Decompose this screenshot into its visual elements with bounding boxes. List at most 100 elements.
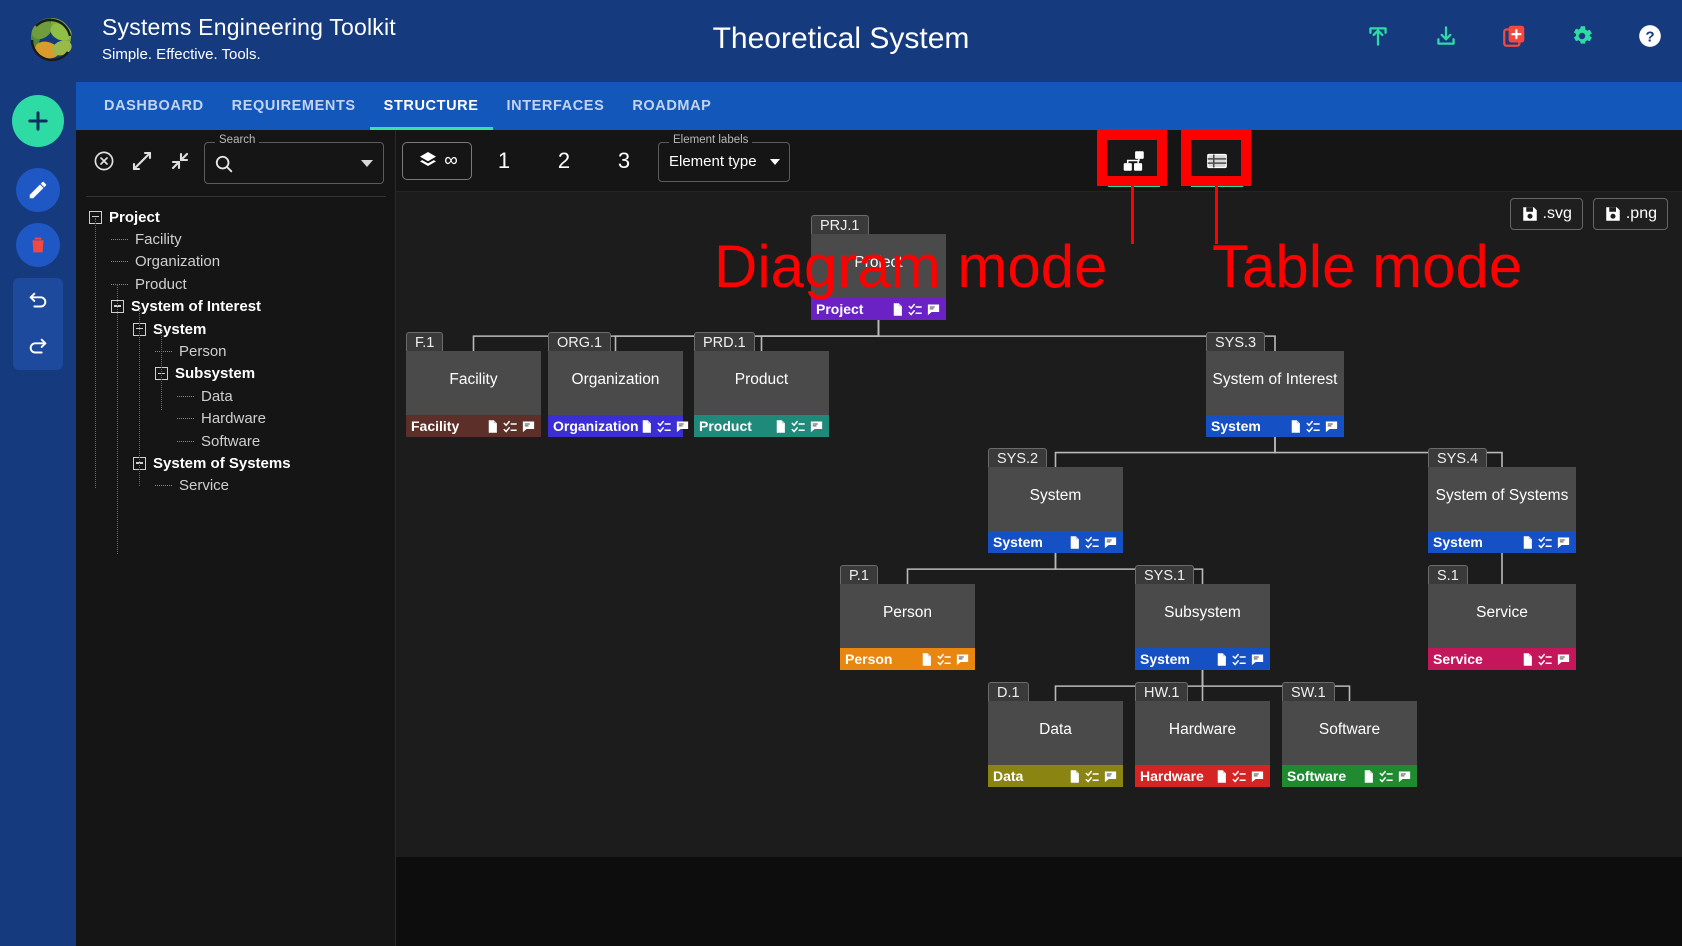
tree-item-product[interactable]: Product xyxy=(76,273,396,295)
tree-item-person[interactable]: Person xyxy=(76,340,396,362)
node-name: Data xyxy=(1039,721,1072,738)
element-labels-value: Element type xyxy=(669,153,757,170)
node-type-label: System xyxy=(1433,534,1483,550)
chevron-down-icon[interactable] xyxy=(770,159,780,165)
export-svg-button[interactable]: .svg xyxy=(1509,198,1583,230)
add-button[interactable] xyxy=(12,95,64,147)
tree-item-label: Facility xyxy=(135,231,182,249)
node-body[interactable]: Organization Organization xyxy=(548,351,688,437)
export-png-button[interactable]: .png xyxy=(1592,198,1668,230)
upload-icon[interactable] xyxy=(1364,22,1392,50)
tree-item-organization[interactable]: Organization xyxy=(76,251,396,273)
node-footer-icons[interactable] xyxy=(639,419,690,434)
tab-dashboard[interactable]: DASHBOARD xyxy=(90,82,218,130)
export-png-label: .png xyxy=(1625,205,1657,222)
node-type-footer: System xyxy=(1428,531,1576,553)
duplicate-add-icon[interactable] xyxy=(1500,22,1528,50)
edit-button[interactable] xyxy=(16,168,60,212)
tree-item-label: Software xyxy=(201,432,261,450)
collapse-all-icon[interactable] xyxy=(165,146,195,176)
clear-selection-icon[interactable] xyxy=(89,146,119,176)
node-footer-icons[interactable] xyxy=(1214,769,1265,784)
undo-button[interactable] xyxy=(13,278,63,324)
diagram-node-f-1[interactable]: F.1 Facility Facility xyxy=(406,332,541,437)
diagram-node-sw-1[interactable]: SW.1 Software Software xyxy=(1282,682,1417,787)
tree-connector-icon xyxy=(111,239,128,241)
delete-button[interactable] xyxy=(16,223,60,267)
diagram-node-sys-1[interactable]: SYS.1 Subsystem System xyxy=(1135,565,1270,670)
diagram-node-sys-4[interactable]: SYS.4 System of Systems System xyxy=(1428,448,1576,553)
tree-item-label: Service xyxy=(179,477,230,495)
gear-icon[interactable] xyxy=(1568,22,1596,50)
tab-structure[interactable]: STRUCTURE xyxy=(369,82,493,130)
tree-item-hardware[interactable]: Hardware xyxy=(76,408,396,430)
node-body[interactable]: System of Interest System xyxy=(1206,351,1344,437)
diagram-node-d-1[interactable]: D.1 Data Data xyxy=(988,682,1123,787)
node-body[interactable]: Facility Facility xyxy=(406,351,541,437)
search-icon xyxy=(213,153,235,175)
node-type-label: Data xyxy=(993,768,1024,784)
node-footer-icons[interactable] xyxy=(890,302,941,317)
diagram-node-hw-1[interactable]: HW.1 Hardware Hardware xyxy=(1135,682,1270,787)
diagram-node-p-1[interactable]: P.1 Person Person xyxy=(840,565,975,670)
layers-button[interactable]: ∞ xyxy=(402,142,472,180)
level-3-button[interactable]: 3 xyxy=(604,142,644,180)
node-footer-icons[interactable] xyxy=(1520,652,1571,667)
tree-item-label: Person xyxy=(179,343,227,361)
diagram-node-org-1[interactable]: ORG.1 Organization Organization xyxy=(548,332,688,437)
node-body[interactable]: Service Service xyxy=(1428,584,1576,670)
main-tabbar: DASHBOARD REQUIREMENTS STRUCTURE INTERFACES… xyxy=(76,82,1682,130)
element-labels-select[interactable]: Element labels Element type xyxy=(658,134,790,182)
node-body[interactable]: Product Product xyxy=(694,351,829,437)
diagram-node-s-1[interactable]: S.1 Service Service xyxy=(1428,565,1576,670)
redo-button[interactable] xyxy=(13,324,63,370)
node-body[interactable]: Person Person xyxy=(840,584,975,670)
tree-item-project[interactable]: Project xyxy=(76,206,396,228)
node-footer-icons[interactable] xyxy=(1067,769,1118,784)
tab-interfaces[interactable]: INTERFACES xyxy=(493,82,619,130)
tree-item-system-of-systems[interactable]: System of Systems xyxy=(76,452,396,474)
tree-item-software[interactable]: Software xyxy=(76,430,396,452)
tree-item-service[interactable]: Service xyxy=(76,475,396,497)
node-footer-icons[interactable] xyxy=(485,419,536,434)
diagram-mode-pointer-line xyxy=(1131,186,1134,244)
node-body[interactable]: System of Systems System xyxy=(1428,467,1576,553)
node-type-label: Project xyxy=(816,301,864,317)
search-dropdown-caret-icon[interactable] xyxy=(361,160,373,167)
node-body[interactable]: Data Data xyxy=(988,701,1123,787)
tree-item-data[interactable]: Data xyxy=(76,385,396,407)
search-input[interactable]: Search xyxy=(204,134,384,184)
expand-all-icon[interactable] xyxy=(127,146,157,176)
node-footer-icons[interactable] xyxy=(1067,535,1118,550)
level-2-button[interactable]: 2 xyxy=(544,142,584,180)
node-body[interactable]: Hardware Hardware xyxy=(1135,701,1270,787)
node-name: Organization xyxy=(571,371,660,388)
download-icon[interactable] xyxy=(1432,22,1460,50)
node-footer-icons[interactable] xyxy=(919,652,970,667)
node-type-label: Facility xyxy=(411,418,460,434)
tree-connector-icon xyxy=(155,351,172,353)
node-body[interactable]: System System xyxy=(988,467,1123,553)
tree-item-facility[interactable]: Facility xyxy=(76,228,396,250)
node-body[interactable]: Subsystem System xyxy=(1135,584,1270,670)
tab-requirements[interactable]: REQUIREMENTS xyxy=(218,82,370,130)
node-footer-icons[interactable] xyxy=(1214,652,1265,667)
node-type-footer: Facility xyxy=(406,415,541,437)
node-footer-icons[interactable] xyxy=(1288,419,1339,434)
node-footer-icons[interactable] xyxy=(1361,769,1412,784)
help-icon[interactable]: ? xyxy=(1636,22,1664,50)
node-footer-icons[interactable] xyxy=(773,419,824,434)
diagram-node-sys-2[interactable]: SYS.2 System System xyxy=(988,448,1123,553)
level-1-button[interactable]: 1 xyxy=(484,142,524,180)
diagram-node-sys-3[interactable]: SYS.3 System of Interest System xyxy=(1206,332,1344,437)
tab-roadmap[interactable]: ROADMAP xyxy=(618,82,725,130)
tree-item-system[interactable]: System xyxy=(76,318,396,340)
tree-item-label: Hardware xyxy=(201,410,267,428)
tree-item-subsystem[interactable]: Subsystem xyxy=(76,363,396,385)
node-body[interactable]: Software Software xyxy=(1282,701,1417,787)
diagram-node-prd-1[interactable]: PRD.1 Product Product xyxy=(694,332,829,437)
node-footer-icons[interactable] xyxy=(1520,535,1571,550)
tree-item-label: Project xyxy=(109,208,160,226)
tree-connector-icon xyxy=(155,485,172,487)
tree-item-system-of-interest[interactable]: System of Interest xyxy=(76,296,396,318)
